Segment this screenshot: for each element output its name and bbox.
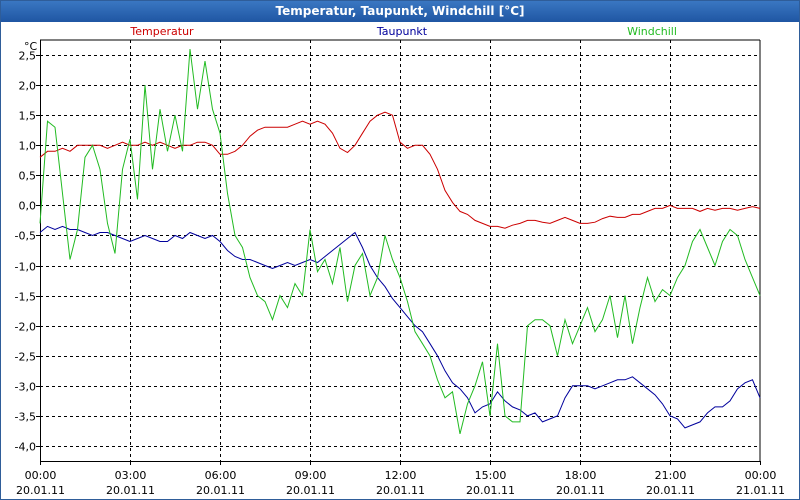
x-tick-date: 21.01.11 bbox=[736, 484, 785, 497]
y-tick-label: 1,0 bbox=[19, 140, 37, 153]
y-tick-label: -1,0 bbox=[15, 261, 36, 274]
legend-label-windchill: Windchill bbox=[627, 25, 677, 38]
legend-label-temperatur: Temperatur bbox=[129, 25, 194, 38]
y-tick-label: -2,5 bbox=[15, 351, 36, 364]
x-tick-date: 20.01.11 bbox=[376, 484, 425, 497]
x-tick-time: 09:00 bbox=[295, 469, 327, 482]
x-tick-date: 20.01.11 bbox=[196, 484, 245, 497]
x-tick-date: 20.01.11 bbox=[556, 484, 605, 497]
x-tick-time: 18:00 bbox=[565, 469, 597, 482]
y-tick-label: -2,0 bbox=[15, 321, 36, 334]
y-tick-label: -3,0 bbox=[15, 381, 36, 394]
y-tick-labels: 2,52,01,51,00,50,0-0,5-1,0-1,5-2,0-2,5-3… bbox=[15, 40, 38, 454]
x-tick-time: 03:00 bbox=[115, 469, 147, 482]
x-tick-date: 20.01.11 bbox=[646, 484, 695, 497]
x-tick-time: 00:00 bbox=[745, 469, 777, 482]
legend-label-taupunkt: Taupunkt bbox=[376, 25, 428, 38]
y-tick-label: 1,5 bbox=[19, 110, 37, 123]
x-tick-time: 12:00 bbox=[385, 469, 417, 482]
x-tick-date: 20.01.11 bbox=[16, 484, 65, 497]
x-tick-labels: 00:00 20.01.11 03:00 20.01.11 06:00 20.01.11 0… bbox=[16, 469, 785, 497]
y-tick-label: 0,5 bbox=[19, 170, 37, 183]
y-tick-label: 0,0 bbox=[19, 200, 37, 213]
x-tick-time: 21:00 bbox=[655, 469, 687, 482]
x-tick-date: 20.01.11 bbox=[106, 484, 155, 497]
y-tick-label: -1,5 bbox=[15, 291, 36, 304]
x-tick-time: 06:00 bbox=[205, 469, 237, 482]
y-tick-label: -4,0 bbox=[15, 441, 36, 454]
x-tick-time: 15:00 bbox=[475, 469, 507, 482]
grid bbox=[40, 40, 760, 461]
legend: Temperatur Taupunkt Windchill bbox=[129, 25, 677, 38]
x-tick-date: 20.01.11 bbox=[286, 484, 335, 497]
line-chart: 2,52,01,51,00,50,0-0,5-1,0-1,5-2,0-2,5-3… bbox=[15, 25, 785, 497]
y-tick-label: -3,5 bbox=[15, 411, 36, 424]
y-tick-label: -0,5 bbox=[15, 230, 36, 243]
x-tick-date: 20.01.11 bbox=[466, 484, 515, 497]
axes bbox=[36, 39, 761, 465]
y-tick-label: 2,0 bbox=[19, 80, 37, 93]
x-tick-time: 00:00 bbox=[25, 469, 57, 482]
y-axis-unit: °C bbox=[24, 40, 38, 53]
